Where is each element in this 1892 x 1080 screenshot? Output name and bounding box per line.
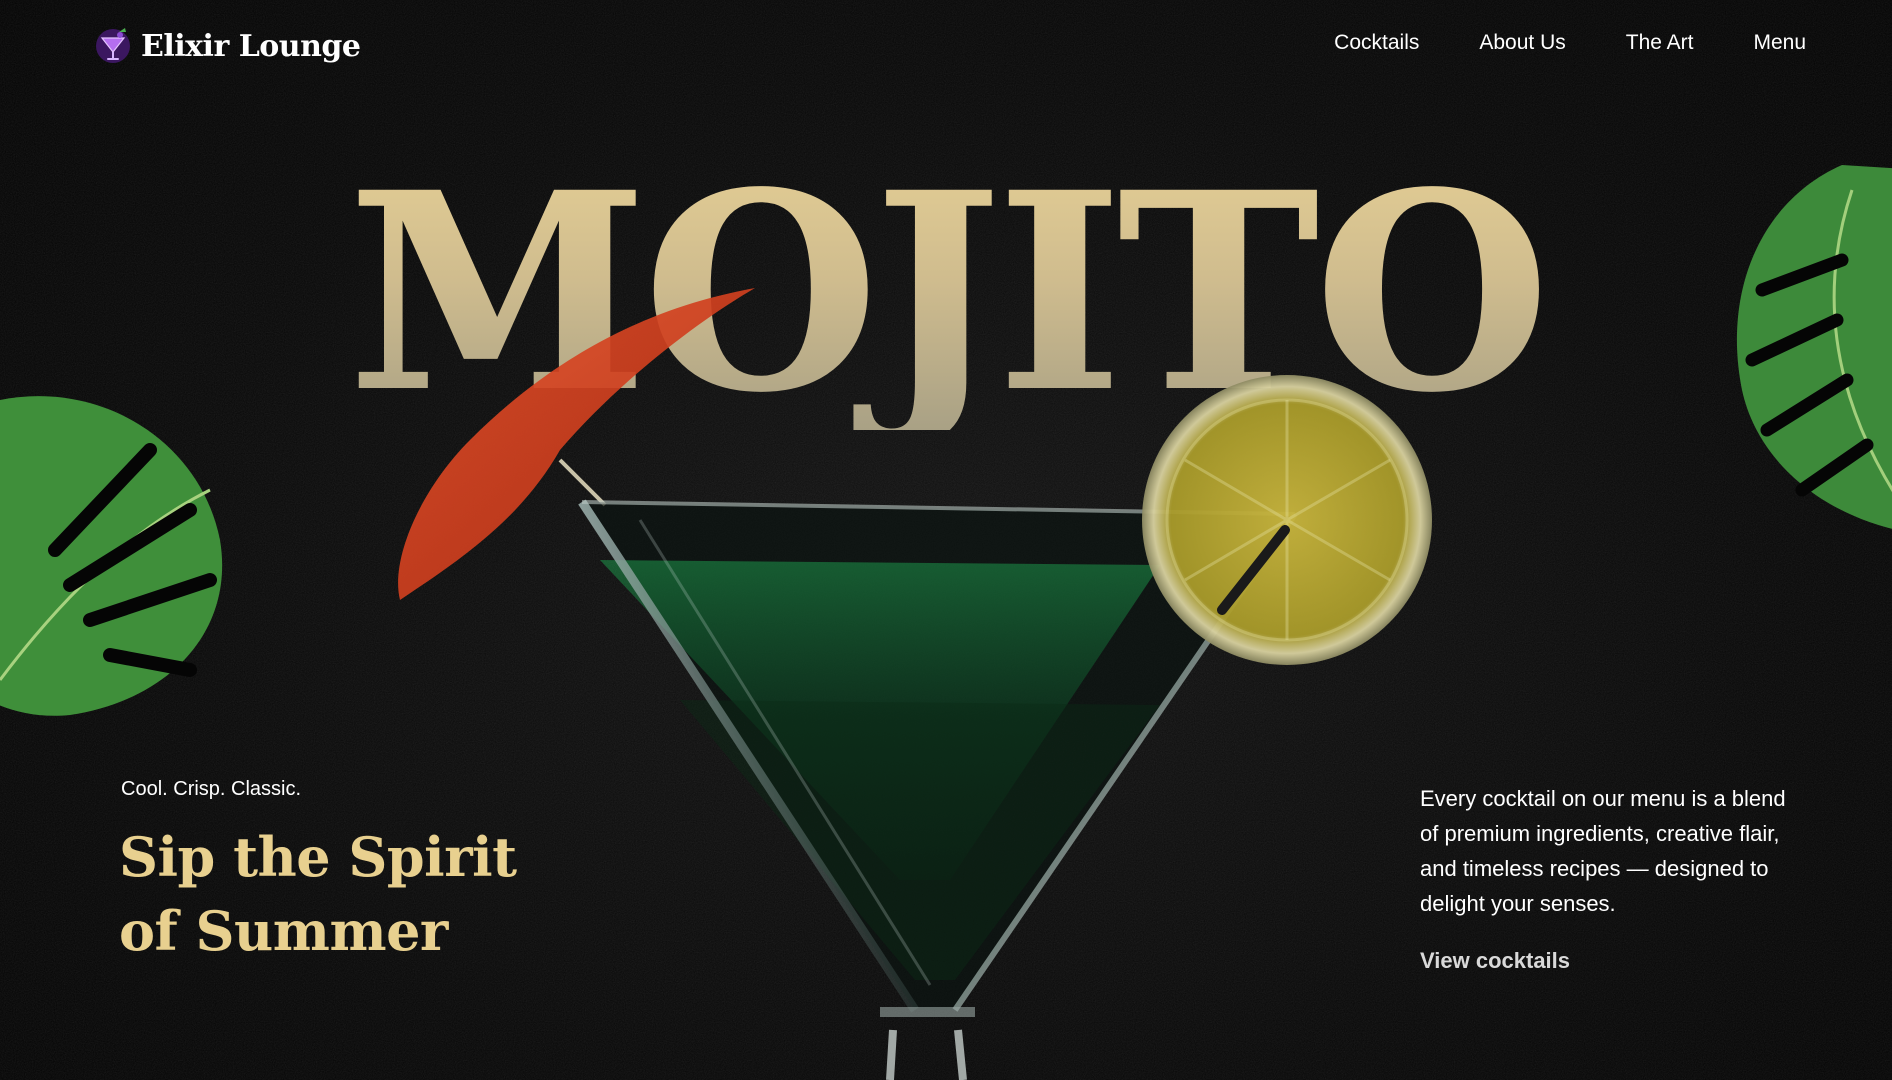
hero-tagline: Cool. Crisp. Classic. <box>121 778 302 800</box>
monstera-leaf-right <box>1736 165 1892 529</box>
cocktail-glass-icon <box>96 28 130 63</box>
hero-title: MOJITO <box>0 158 1892 430</box>
view-cocktails-link[interactable]: View cocktails <box>1420 948 1570 974</box>
site-header: Elixir Lounge Cocktails About Us The Art… <box>0 0 1892 92</box>
nav-about-us[interactable]: About Us <box>1479 31 1565 55</box>
nav-the-art[interactable]: The Art <box>1626 31 1694 55</box>
main-nav: Cocktails About Us The Art Menu <box>1334 31 1806 55</box>
nav-cocktails[interactable]: Cocktails <box>1334 31 1419 55</box>
brand-logo[interactable]: Elixir Lounge <box>95 24 361 68</box>
nav-menu[interactable]: Menu <box>1753 31 1806 55</box>
hero-description: Every cocktail on our menu is a blend of… <box>1420 786 1786 916</box>
monstera-leaf-left <box>0 396 223 716</box>
hero-subhead: Sip the Spirit of Summer <box>119 825 517 963</box>
brand-name: Elixir Lounge <box>141 28 361 64</box>
